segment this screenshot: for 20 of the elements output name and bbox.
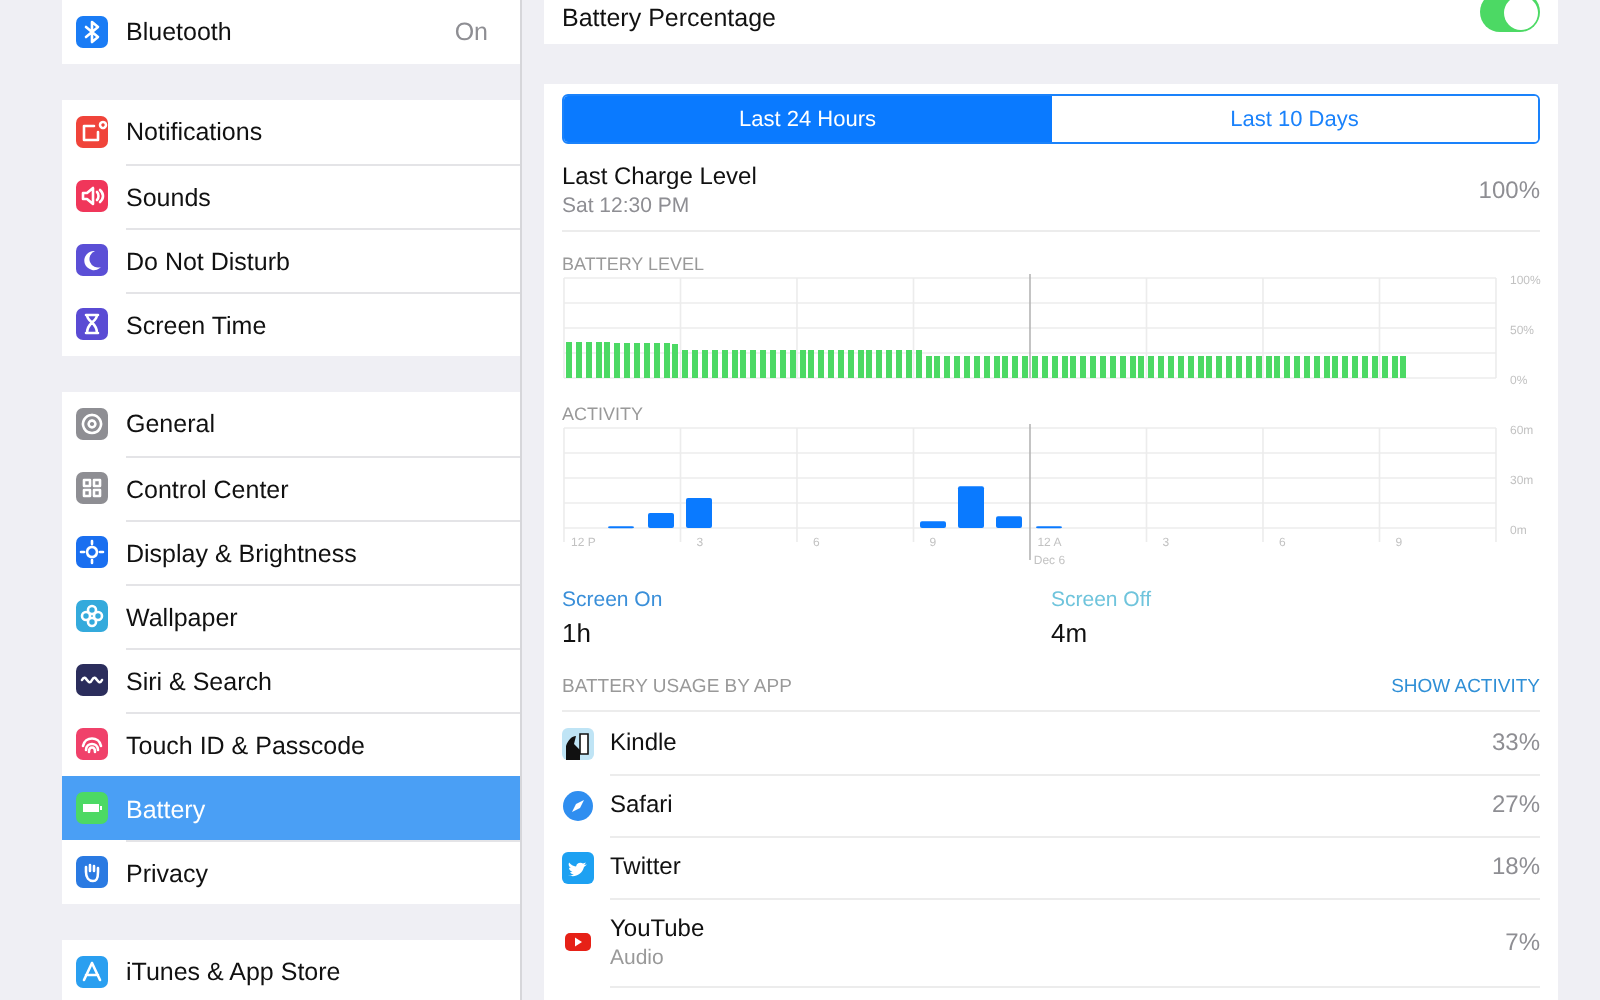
app-detail: Audio <box>610 945 666 969</box>
stat-value: 4m <box>1051 618 1090 648</box>
usage-percent: 33% <box>1491 728 1540 756</box>
app-name: Safari <box>610 790 673 818</box>
chart-title: BATTERY LEVEL <box>562 254 707 274</box>
usage-percent: 27% <box>1491 790 1540 818</box>
usage-percent: 7% <box>1505 927 1540 955</box>
stat-value: 1h <box>562 618 593 648</box>
app-name: Twitter <box>610 852 681 880</box>
section-title: BATTERY USAGE BY APP <box>562 676 792 698</box>
setting-label: Battery Percentage <box>562 4 777 36</box>
stat-label: Screen On <box>562 588 665 612</box>
charge-title: Last Charge Level <box>562 162 757 190</box>
chart-title: ACTIVITY <box>562 404 646 424</box>
charge-value: 100% <box>1478 176 1540 204</box>
charge-time: Sat 12:30 PM <box>562 194 692 218</box>
app-name: YouTube <box>610 913 705 941</box>
app-name: Kindle <box>610 728 677 756</box>
usage-percent: 18% <box>1491 852 1540 880</box>
stat-label: Screen Off <box>1051 588 1153 612</box>
